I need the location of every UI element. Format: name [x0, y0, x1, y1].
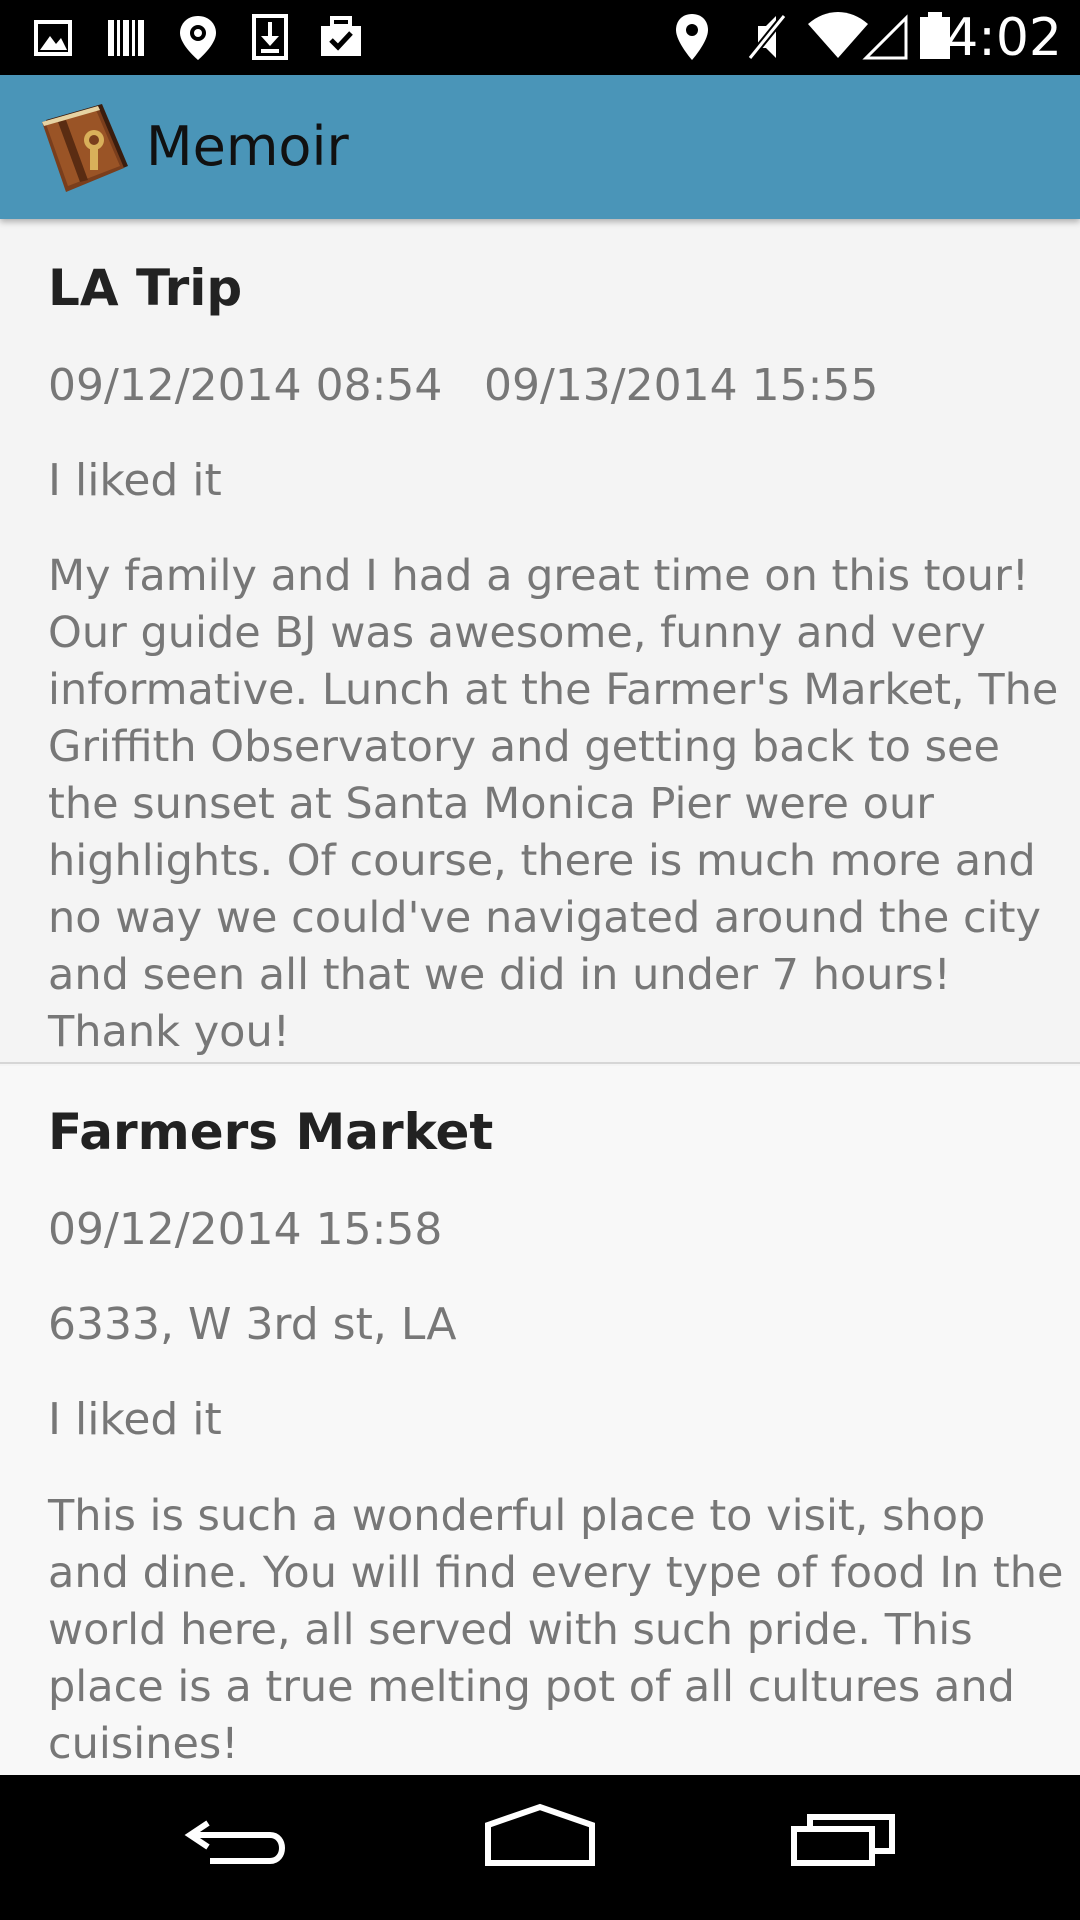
entry-title: LA Trip: [48, 259, 243, 317]
entry-rating: I liked it: [48, 1394, 222, 1445]
entry-date: 09/12/2014 15:58: [48, 1204, 443, 1255]
entry-body: My family and I had a great time on this…: [48, 551, 1059, 1057]
back-icon[interactable]: [180, 1775, 300, 1920]
entry-list[interactable]: LA Trip 09/12/2014 08:54 09/13/2014 15:5…: [0, 219, 1080, 1775]
location-pin-outline-icon: [177, 0, 219, 75]
mute-icon: [744, 0, 788, 75]
entry-end-date: 09/13/2014 15:55: [484, 360, 879, 411]
home-icon[interactable]: [480, 1775, 600, 1920]
recents-icon[interactable]: [786, 1775, 906, 1920]
entry-body: This is such a wonderful place to visit,…: [48, 1491, 1064, 1769]
clock: 4:02: [945, 8, 1062, 68]
location-pin-icon: [674, 0, 710, 75]
signal-icon: [862, 0, 910, 75]
entry-rating: I liked it: [48, 455, 222, 506]
memoir-logo-icon: [36, 100, 132, 194]
barcode-icon: [106, 0, 146, 75]
navigation-bar: [0, 1775, 1080, 1920]
action-bar: Memoir: [0, 75, 1080, 219]
status-bar: 4:02: [0, 0, 1080, 75]
list-item[interactable]: LA Trip 09/12/2014 08:54 09/13/2014 15:5…: [0, 219, 1080, 1064]
briefcase-check-icon: [318, 0, 364, 75]
entry-title: Farmers Market: [48, 1103, 494, 1161]
entry-start-date: 09/12/2014 08:54: [48, 360, 443, 411]
list-item[interactable]: Farmers Market 09/12/2014 15:58 6333, W …: [0, 1066, 1080, 1775]
entry-address: 6333, W 3rd st, LA: [48, 1299, 457, 1350]
app-title: Memoir: [146, 115, 349, 178]
image-icon: [34, 0, 74, 75]
wifi-icon: [806, 0, 870, 75]
download-icon: [250, 0, 290, 75]
